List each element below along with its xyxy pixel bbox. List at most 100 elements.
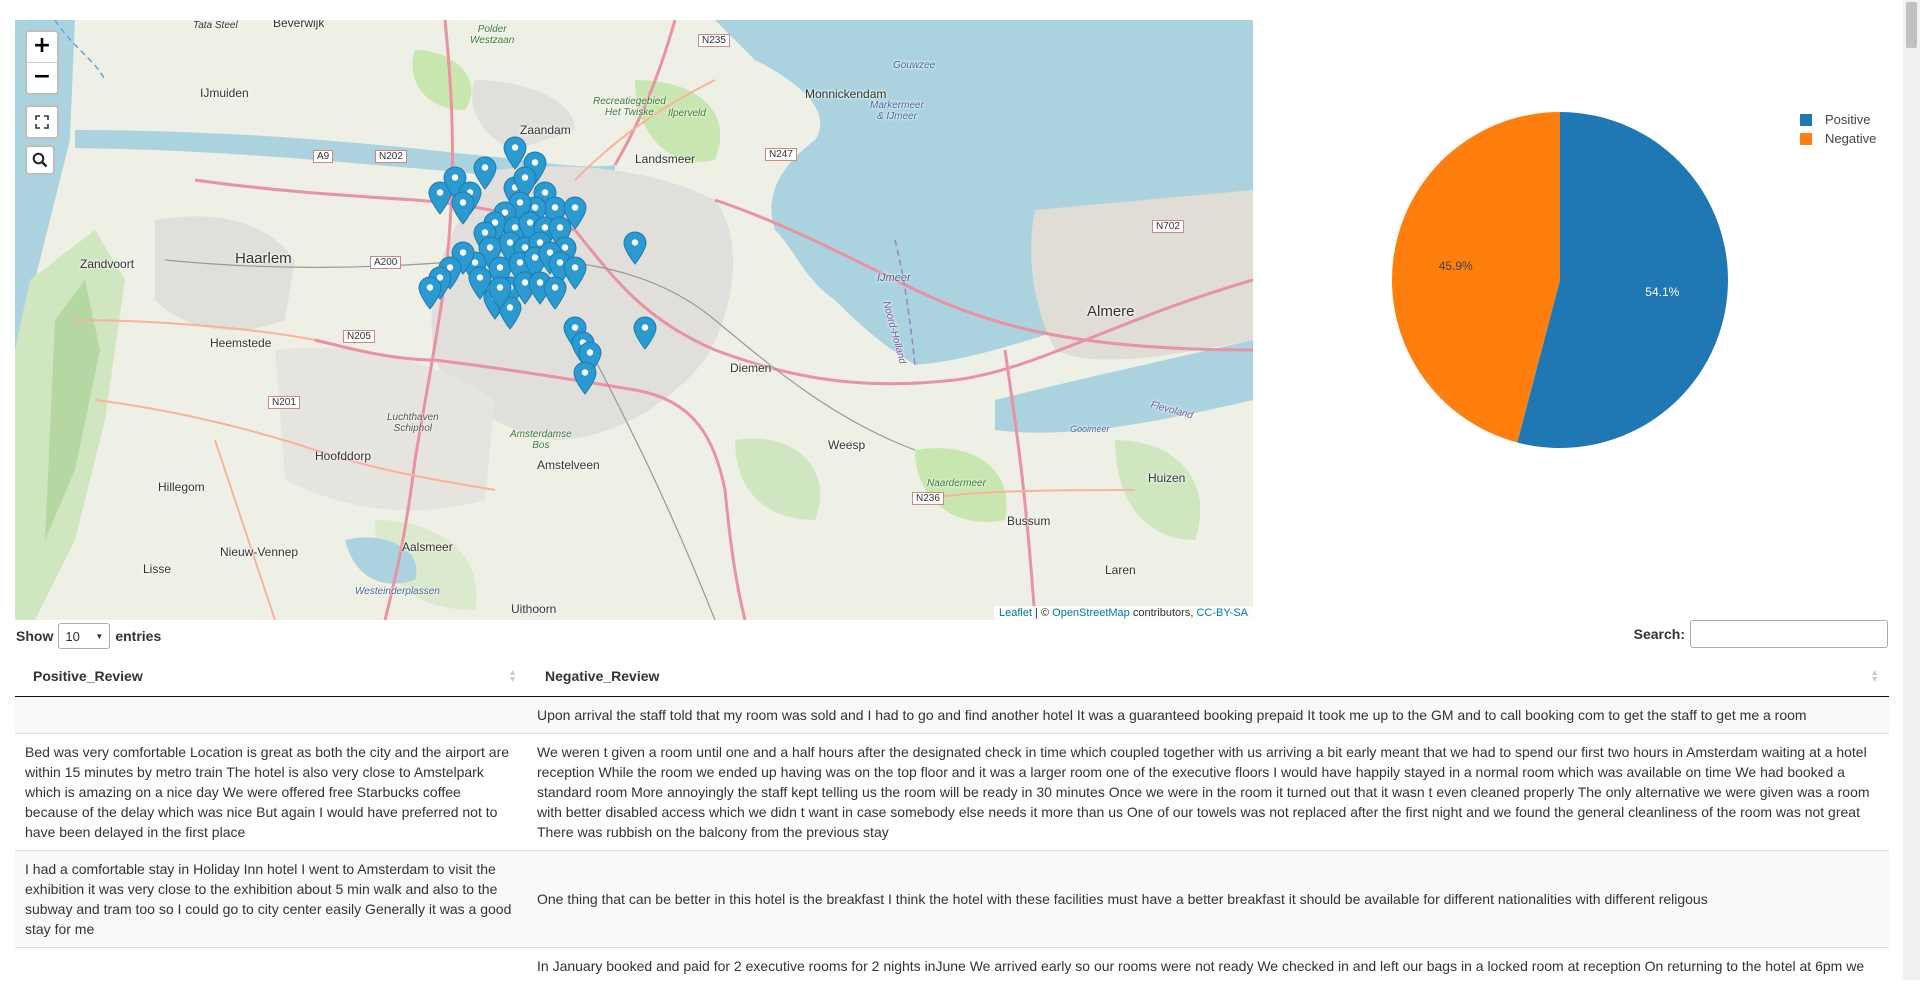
column-header-positive-label: Positive_Review [33, 668, 143, 684]
cell-negative-review: In January booked and paid for 2 executi… [527, 948, 1889, 984]
road-a9: A9 [313, 150, 333, 163]
map-label-laren: Laren [1105, 563, 1136, 577]
chevron-down-icon: ▼ [95, 632, 103, 641]
table-row: I had a comfortable stay in Holiday Inn … [15, 851, 1889, 948]
legend-swatch-positive [1800, 114, 1812, 126]
map-pin-icon [573, 361, 597, 395]
map-pin-icon [543, 276, 567, 310]
map-label-gooimeer: Gooimeer [1070, 424, 1110, 434]
entries-select[interactable]: 10 ▼ [58, 623, 110, 649]
zoom-out-button[interactable]: − [27, 62, 57, 93]
hotel-marker[interactable] [543, 276, 567, 310]
map-label-aalsmeer: Aalsmeer [402, 540, 453, 554]
entries-select-value: 10 [65, 629, 79, 644]
map-label-ijmuiden: IJmuiden [200, 86, 249, 100]
map-label-weesp: Weesp [828, 438, 865, 452]
map-search-button[interactable] [25, 145, 55, 175]
map-label-recreatie: Recreatiegebied Het Twiske [593, 96, 666, 118]
map-label-amstelveen: Amstelveen [537, 458, 600, 472]
map-label-landsmeer: Landsmeer [635, 152, 695, 166]
map-label-tata-steel: Tata Steel [193, 20, 238, 31]
legend-label-positive: Positive [1825, 112, 1871, 127]
road-n202: N202 [375, 150, 407, 163]
map-label-uithoorn: Uithoorn [511, 602, 556, 616]
map-label-gouwzee: Gouwzee [893, 60, 935, 71]
length-label-pre: Show [16, 628, 53, 644]
map-pin-icon [633, 316, 657, 350]
map-label-nieuw-vennep: Nieuw-Vennep [220, 545, 298, 559]
column-header-negative-label: Negative_Review [545, 668, 659, 684]
map-label-haarlem: Haarlem [235, 250, 292, 267]
cell-positive-review [15, 697, 527, 734]
map-label-luchthaven: Luchthaven Schiphol [387, 412, 439, 434]
cell-negative-review: Upon arrival the staff told that my room… [527, 697, 1889, 734]
sort-icon: ▲▼ [1870, 669, 1879, 683]
table-row: Bed was very comfortable Location is gre… [15, 734, 1889, 851]
map-label-heemstede: Heemstede [210, 336, 271, 350]
map-attribution: Leaflet | © OpenStreetMap contributors, … [994, 606, 1253, 620]
road-n236: N236 [912, 492, 944, 505]
map-label-amsterdamse-bos: Amsterdamse Bos [510, 429, 572, 451]
legend-item-negative[interactable]: Negative [1800, 129, 1876, 148]
table-row: Upon arrival the staff told that my room… [15, 697, 1889, 734]
zoom-in-button[interactable]: + [27, 32, 57, 62]
attribution-contributors: contributors, [1130, 607, 1197, 619]
map-label-ilperveld: Ilperveld [668, 108, 706, 119]
cell-negative-review: We weren t given a room until one and a … [527, 734, 1889, 851]
pie-label-negative: 45.9% [1439, 259, 1473, 273]
hotel-map[interactable]: Tata Steel Beverwijk Polder Westzaan IJm… [15, 20, 1253, 620]
sentiment-pie-chart [1380, 100, 1740, 460]
map-pin-icon [418, 276, 442, 310]
road-n235: N235 [698, 34, 730, 47]
road-n201: N201 [268, 396, 300, 409]
column-header-positive[interactable]: Positive_Review ▲▼ [15, 656, 527, 697]
map-label-lisse: Lisse [143, 562, 171, 576]
pie-legend: Positive Negative [1800, 110, 1876, 148]
hotel-marker[interactable] [573, 361, 597, 395]
hotel-marker[interactable] [623, 231, 647, 265]
hotel-marker[interactable] [633, 316, 657, 350]
search-input[interactable] [1690, 620, 1888, 648]
leaflet-link[interactable]: Leaflet [999, 607, 1032, 619]
map-pin-icon [623, 231, 647, 265]
road-n205: N205 [343, 330, 375, 343]
fullscreen-button[interactable] [25, 105, 59, 139]
table-search: Search: [1634, 620, 1888, 648]
map-label-zaandam: Zaandam [520, 123, 571, 137]
length-control: Show 10 ▼ entries [16, 623, 161, 649]
map-label-markermeer: Markermeer & IJmeer [870, 100, 924, 122]
map-label-westeinder: Westeinderplassen [355, 586, 440, 597]
sort-icon: ▲▼ [508, 669, 517, 683]
osm-link[interactable]: OpenStreetMap [1052, 607, 1130, 619]
legend-item-positive[interactable]: Positive [1800, 110, 1876, 129]
map-label-huizen: Huizen [1148, 471, 1185, 485]
map-label-hoofddorp: Hoofddorp [315, 449, 371, 463]
search-label: Search: [1634, 626, 1685, 642]
map-label-hillegom: Hillegom [158, 480, 205, 494]
cell-positive-review [15, 948, 527, 984]
fullscreen-icon [35, 115, 49, 129]
hotel-marker[interactable] [418, 276, 442, 310]
table-row: In January booked and paid for 2 executi… [15, 948, 1889, 984]
cell-negative-review: One thing that can be better in this hot… [527, 851, 1889, 948]
column-header-negative[interactable]: Negative_Review ▲▼ [527, 656, 1889, 697]
map-label-diemen: Diemen [730, 361, 771, 375]
map-label-naardermeer: Naardermeer [927, 478, 986, 489]
scrollbar-thumb[interactable] [1906, 2, 1917, 48]
hotel-marker[interactable] [488, 276, 512, 310]
map-label-ijmeer: IJmeer [877, 272, 911, 284]
license-link[interactable]: CC-BY-SA [1196, 607, 1248, 619]
reviews-table: Positive_Review ▲▼ Negative_Review ▲▼ Up… [15, 656, 1889, 984]
map-pin-icon [488, 276, 512, 310]
road-n702: N702 [1152, 220, 1184, 233]
search-icon [32, 152, 48, 168]
table-header-row: Positive_Review ▲▼ Negative_Review ▲▼ [15, 656, 1889, 697]
length-label-post: entries [115, 628, 161, 644]
legend-label-negative: Negative [1825, 131, 1876, 146]
cell-positive-review: I had a comfortable stay in Holiday Inn … [15, 851, 527, 948]
page-scrollbar[interactable] [1903, 0, 1920, 980]
cell-positive-review: Bed was very comfortable Location is gre… [15, 734, 527, 851]
legend-swatch-negative [1800, 133, 1812, 145]
attribution-separator: | © [1032, 607, 1052, 619]
hotel-marker[interactable] [451, 191, 475, 225]
